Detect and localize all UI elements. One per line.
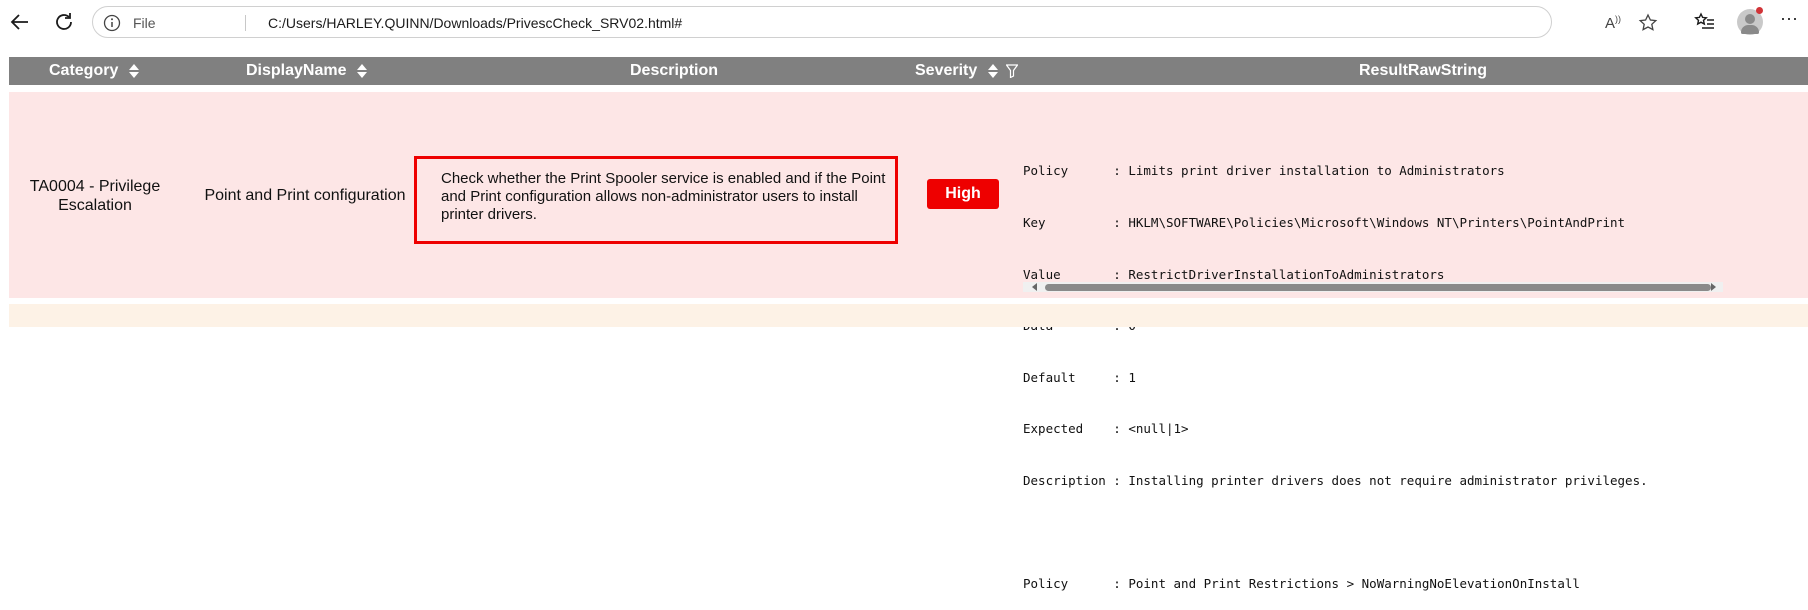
displayname-cell: Point and Print configuration bbox=[204, 187, 406, 204]
result-raw-string: Policy : Limits print driver installatio… bbox=[1023, 128, 1648, 610]
raw-line: Default : 1 bbox=[1023, 369, 1136, 385]
column-resultrawstring: ResultRawString bbox=[1359, 57, 1487, 85]
raw-line: Description : Installing printer drivers… bbox=[1023, 473, 1648, 489]
description-cell: Check whether the Print Spooler service … bbox=[441, 170, 886, 223]
column-category[interactable]: Category bbox=[49, 57, 139, 85]
column-severity[interactable]: Severity bbox=[915, 57, 1019, 85]
scrollbar-thumb[interactable] bbox=[1045, 284, 1711, 291]
table-row bbox=[9, 304, 1808, 327]
raw-line: Expected : <null|1> bbox=[1023, 421, 1189, 437]
column-category-label: Category bbox=[49, 62, 119, 79]
column-description-label: Description bbox=[630, 62, 719, 79]
description-highlight-box: Check whether the Print Spooler service … bbox=[414, 156, 898, 244]
read-aloud-icon[interactable]: A)) bbox=[1605, 14, 1621, 32]
scroll-left-icon[interactable] bbox=[1031, 283, 1039, 291]
notification-dot bbox=[1756, 7, 1763, 14]
more-menu-icon[interactable]: ··· bbox=[1780, 8, 1798, 29]
raw-line bbox=[1023, 524, 1648, 541]
favorite-star-icon[interactable] bbox=[1638, 13, 1658, 33]
raw-line: Value : RestrictDriverInstallationToAdmi… bbox=[1023, 266, 1445, 282]
url-text[interactable]: C:/Users/HARLEY.QUINN/Downloads/PrivescC… bbox=[268, 15, 682, 31]
raw-line: Policy : Point and Print Restrictions > … bbox=[1023, 576, 1580, 592]
sort-icon[interactable] bbox=[128, 63, 139, 78]
column-description: Description bbox=[630, 57, 718, 85]
raw-line: Key : HKLM\SOFTWARE\Policies\Microsoft\W… bbox=[1023, 215, 1626, 231]
scroll-right-icon[interactable] bbox=[1709, 283, 1717, 291]
column-severity-label: Severity bbox=[915, 62, 978, 79]
column-displayname[interactable]: DisplayName bbox=[246, 57, 367, 85]
address-bar[interactable]: File C:/Users/HARLEY.QUINN/Downloads/Pri… bbox=[92, 6, 1658, 38]
info-icon[interactable] bbox=[103, 14, 121, 32]
favorites-list-icon[interactable] bbox=[1693, 10, 1717, 34]
sort-icon[interactable] bbox=[987, 63, 998, 78]
horizontal-scrollbar[interactable] bbox=[1023, 282, 1723, 292]
table-header: Category DisplayName Description Severit… bbox=[9, 57, 1808, 85]
address-separator bbox=[245, 15, 246, 31]
profile-avatar[interactable] bbox=[1737, 7, 1763, 35]
browser-toolbar: File C:/Users/HARLEY.QUINN/Downloads/Pri… bbox=[0, 0, 1808, 45]
sort-icon[interactable] bbox=[356, 63, 367, 78]
filter-icon[interactable] bbox=[1006, 64, 1019, 78]
severity-badge: High bbox=[927, 179, 999, 209]
category-cell: TA0004 - Privilege Escalation bbox=[29, 178, 161, 214]
back-arrow-icon[interactable] bbox=[8, 10, 32, 34]
file-label: File bbox=[133, 15, 156, 31]
raw-line: Policy : Limits print driver installatio… bbox=[1023, 163, 1505, 179]
column-displayname-label: DisplayName bbox=[246, 62, 347, 79]
column-resultrawstring-label: ResultRawString bbox=[1359, 62, 1488, 79]
refresh-icon[interactable] bbox=[52, 10, 76, 34]
